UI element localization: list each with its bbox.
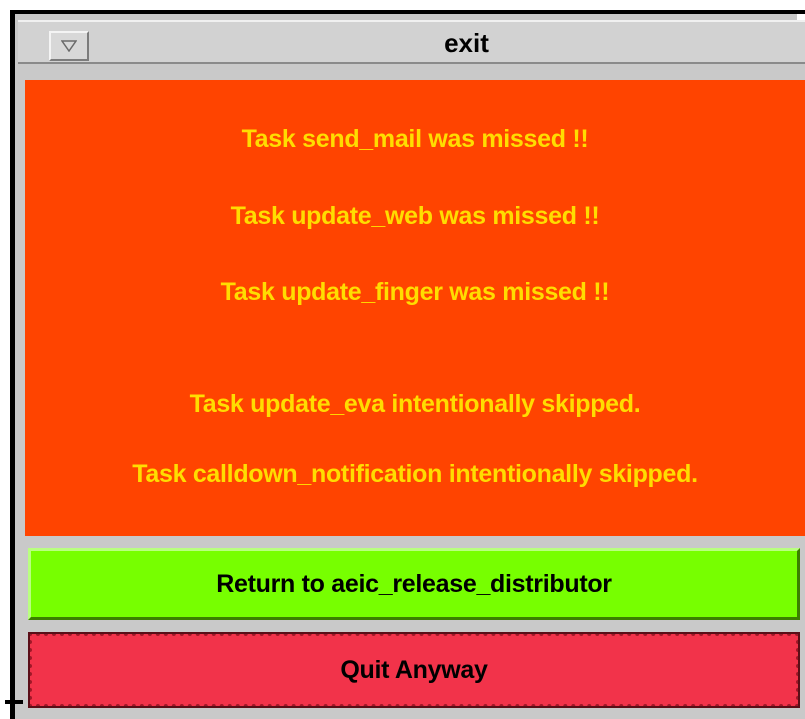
title-bar[interactable]: exit (18, 20, 805, 64)
return-button[interactable]: Return to aeic_release_distributor (28, 548, 800, 620)
frame-corner (5, 700, 23, 704)
message-line: Task calldown_notification intentionally… (132, 460, 698, 488)
message-line: Task update_finger was missed !! (220, 278, 610, 306)
quit-anyway-button[interactable]: Quit Anyway (28, 632, 800, 708)
message-line: Task update_web was missed !! (230, 202, 600, 230)
message-panel: Task send_mail was missed !! Task update… (25, 80, 805, 536)
window-title: exit (444, 28, 489, 58)
message-line: Task send_mail was missed !! (241, 125, 589, 153)
message-line: Task update_eva intentionally skipped. (189, 390, 641, 418)
